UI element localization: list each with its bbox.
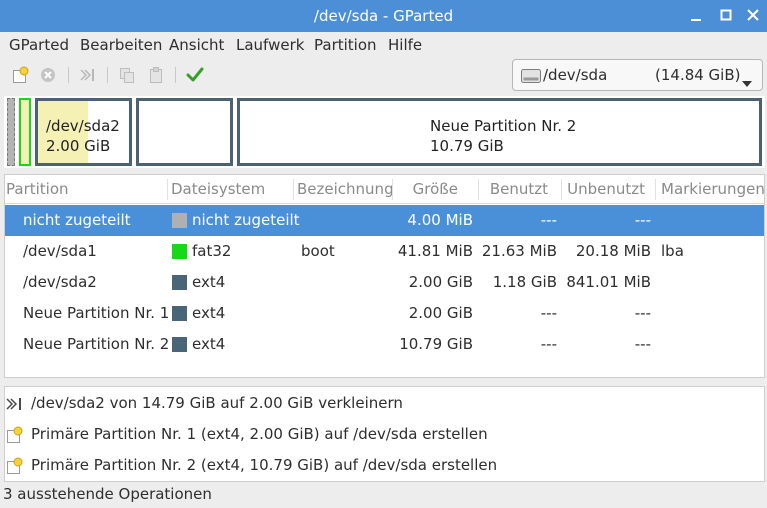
cell-filesystem: ext4: [192, 273, 226, 291]
title-bar: /dev/sda - GParted: [0, 0, 767, 32]
menu-hilfe[interactable]: Hilfe: [388, 36, 422, 54]
cell-size: 10.79 GiB: [399, 335, 473, 353]
cell-label: boot: [301, 242, 335, 260]
cell-unused: 841.01 MiB: [566, 273, 651, 291]
column-header-unused[interactable]: Unbenutzt: [562, 180, 645, 198]
paste-icon[interactable]: [147, 66, 165, 84]
disk-icon: [521, 68, 541, 88]
new-partition-icon[interactable]: [11, 66, 29, 84]
close-icon[interactable]: [746, 8, 760, 22]
column-header-filesystem[interactable]: Dateisystem: [171, 180, 265, 198]
cell-used: ---: [540, 211, 557, 229]
device-size: (14.84 GiB): [655, 66, 741, 84]
column-divider: [293, 179, 294, 200]
cell-used: ---: [540, 304, 557, 322]
toolbar-separator: [107, 67, 108, 83]
copy-icon[interactable]: [118, 66, 136, 84]
graph-unallocated[interactable]: [7, 98, 15, 166]
operation-text: /dev/sda2 von 14.79 GiB auf 2.00 GiB ver…: [31, 394, 403, 412]
chevron-down-icon: [742, 73, 752, 91]
fs-color-swatch: [172, 244, 187, 259]
toolbar-separator: [175, 67, 176, 83]
menu-ansicht[interactable]: Ansicht: [169, 36, 224, 54]
cell-used: ---: [540, 335, 557, 353]
toolbar-separator: [68, 67, 69, 83]
column-header-flags[interactable]: Markierungen: [661, 180, 765, 198]
menu-laufwerk[interactable]: Laufwerk: [236, 36, 304, 54]
cell-size: 2.00 GiB: [408, 273, 473, 291]
table-row[interactable]: /dev/sda2 ext4 2.00 GiB 1.18 GiB 841.01 …: [5, 267, 764, 298]
graph-sda2-name: /dev/sda2: [46, 117, 120, 135]
operation-text: Primäre Partition Nr. 1 (ext4, 2.00 GiB)…: [31, 425, 488, 443]
cell-partition: nicht zugeteilt: [23, 211, 131, 229]
list-item[interactable]: Primäre Partition Nr. 2 (ext4, 10.79 GiB…: [5, 450, 764, 481]
column-header-used[interactable]: Benutzt: [479, 180, 548, 198]
menu-partition[interactable]: Partition: [314, 36, 377, 54]
resize-move-icon[interactable]: [79, 66, 97, 84]
table-row[interactable]: nicht zugeteilt nicht zugeteilt 4.00 MiB…: [5, 205, 764, 236]
pane-resize-handle[interactable]: [370, 380, 396, 394]
partition-graph: /dev/sda2 2.00 GiB Neue Partition Nr. 2 …: [4, 96, 765, 168]
cell-filesystem: fat32: [192, 242, 232, 260]
device-selector[interactable]: /dev/sda (14.84 GiB): [512, 59, 763, 91]
delete-icon[interactable]: [39, 66, 57, 84]
fs-color-swatch: [172, 275, 187, 290]
graph-sda1[interactable]: [19, 98, 31, 166]
maximize-icon[interactable]: [719, 8, 733, 22]
column-divider: [655, 179, 656, 200]
graph-new-partition-2-size: 10.79 GiB: [430, 137, 504, 155]
cell-partition: /dev/sda1: [23, 242, 97, 260]
cell-size: 41.81 MiB: [397, 242, 473, 260]
table-row[interactable]: Neue Partition Nr. 1 ext4 2.00 GiB --- -…: [5, 298, 764, 329]
cell-size: 2.00 GiB: [408, 304, 473, 322]
table-header: Partition Dateisystem Bezeichnung Größe …: [5, 175, 765, 204]
fs-color-swatch: [172, 337, 187, 352]
partition-table: Partition Dateisystem Bezeichnung Größe …: [4, 174, 765, 378]
table-row[interactable]: Neue Partition Nr. 2 ext4 10.79 GiB --- …: [5, 329, 764, 360]
cell-unused: ---: [634, 211, 651, 229]
device-name: /dev/sda: [543, 66, 608, 84]
menu-bearbeiten[interactable]: Bearbeiten: [80, 36, 162, 54]
menu-gparted[interactable]: GParted: [9, 36, 69, 54]
table-row[interactable]: /dev/sda1 fat32 boot 41.81 MiB 21.63 MiB…: [5, 236, 764, 267]
cell-used: 21.63 MiB: [481, 242, 557, 260]
cell-partition: Neue Partition Nr. 2: [23, 335, 170, 353]
graph-new-partition-2[interactable]: Neue Partition Nr. 2 10.79 GiB: [237, 98, 762, 166]
column-header-size[interactable]: Größe: [393, 180, 458, 198]
list-item[interactable]: /dev/sda2 von 14.79 GiB auf 2.00 GiB ver…: [5, 388, 764, 419]
minimize-icon[interactable]: [689, 8, 703, 22]
cell-filesystem: nicht zugeteilt: [192, 211, 300, 229]
resize-icon: [6, 395, 24, 413]
list-item[interactable]: Primäre Partition Nr. 1 (ext4, 2.00 GiB)…: [5, 419, 764, 450]
pending-operations-list: /dev/sda2 von 14.79 GiB auf 2.00 GiB ver…: [4, 386, 765, 482]
cell-size: 4.00 MiB: [407, 211, 473, 229]
cell-unused: 20.18 MiB: [575, 242, 651, 260]
status-text: 3 ausstehende Operationen: [3, 485, 212, 503]
cell-filesystem: ext4: [192, 335, 226, 353]
cell-unused: ---: [634, 304, 651, 322]
apply-icon[interactable]: [186, 66, 204, 84]
new-partition-icon: [6, 457, 24, 475]
cell-used: 1.18 GiB: [492, 273, 557, 291]
new-partition-icon: [6, 426, 24, 444]
graph-sda2[interactable]: /dev/sda2 2.00 GiB: [35, 98, 132, 166]
cell-flags: lba: [661, 242, 684, 260]
graph-sda2-size: 2.00 GiB: [46, 137, 111, 155]
column-header-label[interactable]: Bezeichnung: [297, 180, 394, 198]
operation-text: Primäre Partition Nr. 2 (ext4, 10.79 GiB…: [31, 456, 498, 474]
graph-new-partition-2-name: Neue Partition Nr. 2: [430, 117, 577, 135]
column-header-partition[interactable]: Partition: [6, 180, 69, 198]
cell-partition: Neue Partition Nr. 1: [23, 304, 170, 322]
fs-color-swatch: [172, 306, 187, 321]
graph-new-partition-1[interactable]: [136, 98, 233, 166]
cell-filesystem: ext4: [192, 304, 226, 322]
window-title: /dev/sda - GParted: [313, 7, 454, 25]
fs-color-swatch: [172, 213, 187, 228]
menu-bar: GParted Bearbeiten Ansicht Laufwerk Part…: [0, 32, 767, 58]
cell-partition: /dev/sda2: [23, 273, 97, 291]
column-divider: [167, 179, 168, 200]
cell-unused: ---: [634, 335, 651, 353]
